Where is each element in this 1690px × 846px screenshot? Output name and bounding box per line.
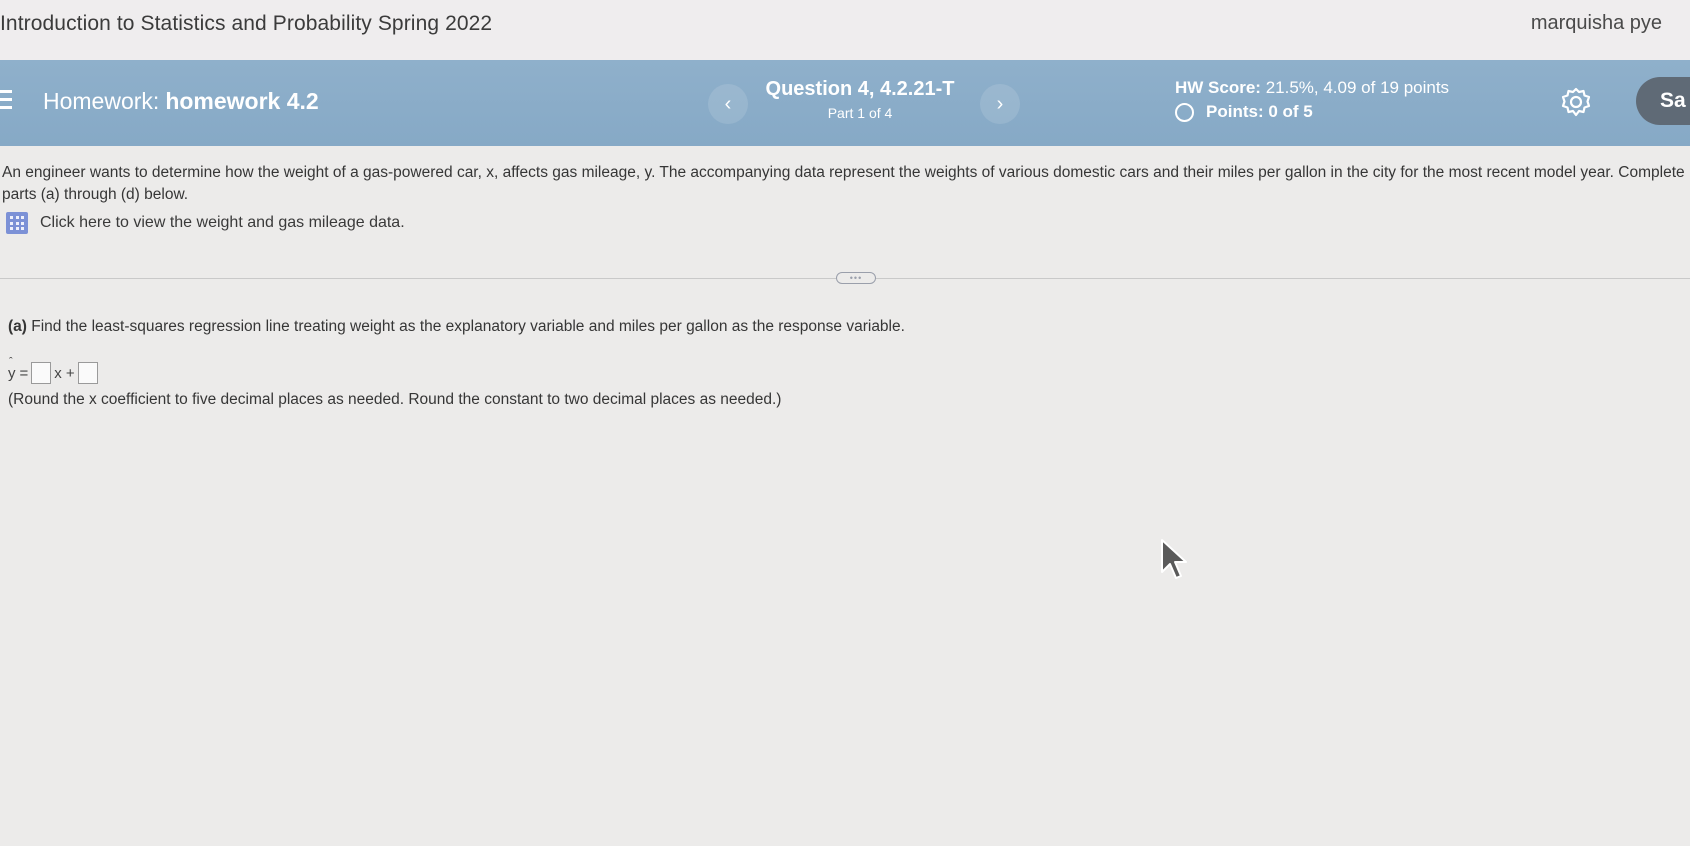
x-plus: x +: [54, 364, 75, 382]
points-row: Points: 0 of 5: [1175, 102, 1449, 122]
homework-name: homework 4.2: [165, 88, 319, 114]
hat-symbol: ˆ: [9, 355, 13, 368]
hw-score: HW Score: 21.5%, 4.09 of 19 points: [1175, 78, 1449, 98]
intercept-input[interactable]: [77, 362, 98, 384]
save-button[interactable]: Sa: [1636, 77, 1690, 125]
part-a-text: Find the least-squares regression line t…: [31, 318, 905, 335]
problem-statement: An engineer wants to determine how the w…: [2, 164, 1685, 203]
data-link-label[interactable]: Click here to view the weight and gas mi…: [40, 214, 405, 232]
rounding-instructions: (Round the x coefficient to five decimal…: [8, 391, 782, 408]
equals-sign: =: [19, 364, 29, 382]
y-hat-symbol: ˆ y: [8, 356, 16, 382]
gear-icon[interactable]: [1558, 84, 1594, 120]
chevron-left-icon: ‹: [724, 92, 732, 115]
previous-question-button[interactable]: ‹: [708, 84, 748, 124]
divider-handle[interactable]: •••: [836, 272, 876, 284]
data-link[interactable]: Click here to view the weight and gas mi…: [6, 212, 405, 234]
score-block: HW Score: 21.5%, 4.09 of 19 points Point…: [1175, 78, 1449, 122]
hw-score-label: HW Score:: [1175, 78, 1261, 97]
grid-icon[interactable]: [6, 212, 28, 234]
homework-title: Homework: homework 4.2: [43, 88, 319, 115]
chevron-right-icon: ›: [996, 92, 1004, 115]
cursor-icon: [1161, 539, 1187, 579]
homework-bar: Homework: homework 4.2 ‹ Question 4, 4.2.…: [0, 60, 1690, 146]
regression-equation: ˆ y = x +: [8, 356, 101, 384]
hw-score-value: 21.5%, 4.09 of 19 points: [1265, 78, 1450, 97]
question-indicator: Question 4, 4.2.21-T Part 1 of 4: [760, 78, 960, 121]
course-title: Introduction to Statistics and Probabili…: [0, 12, 493, 35]
points-status-icon: [1175, 102, 1194, 122]
next-question-button[interactable]: ›: [980, 84, 1020, 124]
points-text: Points: 0 of 5: [1206, 102, 1313, 121]
question-part: Part 1 of 4: [827, 105, 893, 121]
question-title: Question 4, 4.2.21-T: [765, 78, 955, 100]
user-name[interactable]: marquisha pye: [1531, 12, 1662, 35]
homework-label: Homework:: [43, 88, 160, 114]
part-a-question: (a) Find the least-squares regression li…: [8, 318, 905, 336]
menu-icon[interactable]: [0, 90, 12, 110]
slope-input[interactable]: [31, 362, 52, 384]
top-bar: Introduction to Statistics and Probabili…: [0, 0, 1690, 60]
part-a-label: (a): [8, 318, 27, 335]
